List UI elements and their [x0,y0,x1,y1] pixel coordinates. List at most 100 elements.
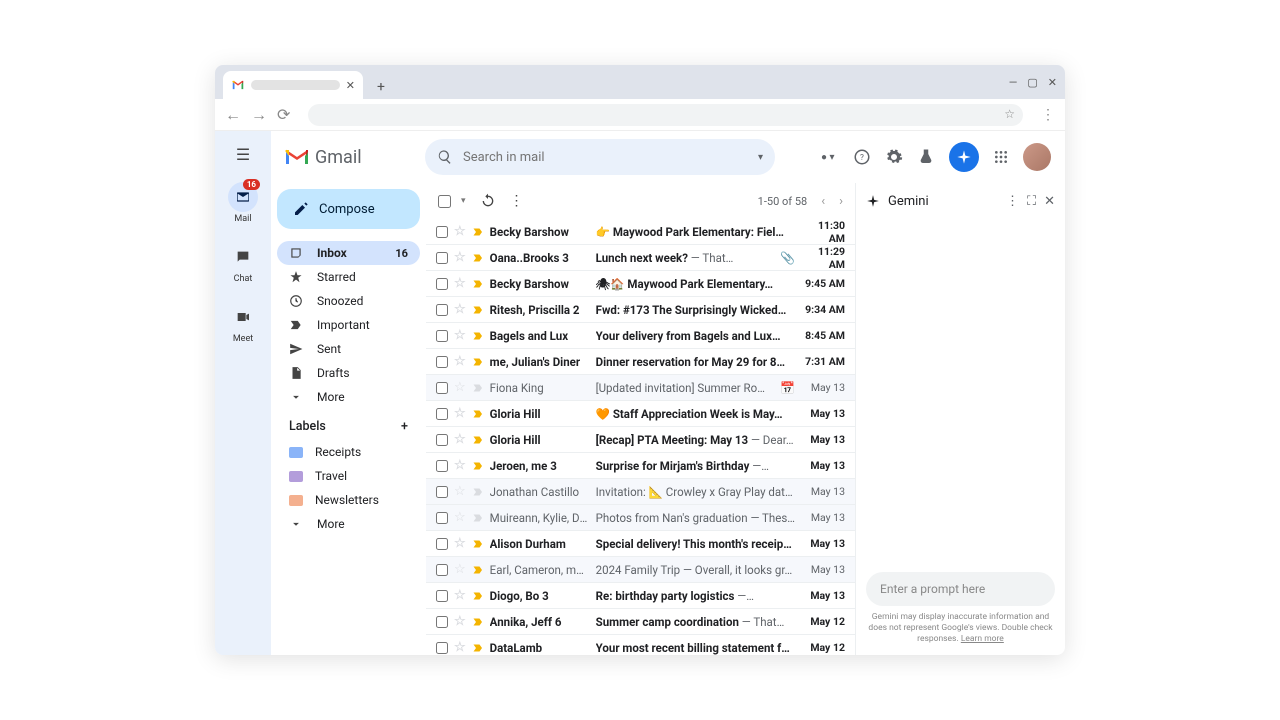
message-checkbox[interactable] [436,382,448,394]
message-checkbox[interactable] [436,564,448,576]
important-icon[interactable] [472,382,484,394]
gemini-learn-more-link[interactable]: Learn more [961,634,1004,644]
bookmark-star-icon[interactable]: ☆ [1004,107,1015,121]
message-row[interactable]: ☆ Diogo, Bo 3 Re: birthday party logisti… [426,583,855,609]
main-menu-icon[interactable]: ☰ [236,145,250,164]
star-icon[interactable]: ☆ [454,562,466,577]
nav-back-icon[interactable]: ← [225,105,241,125]
label-more[interactable]: More [277,512,420,536]
folder-important[interactable]: Important [277,313,420,337]
window-close-icon[interactable]: ✕ [1048,76,1057,89]
nav-forward-icon[interactable]: → [251,105,267,125]
star-icon[interactable]: ☆ [454,380,466,395]
star-icon[interactable]: ☆ [454,484,466,499]
important-icon[interactable] [472,590,484,602]
window-minimize-icon[interactable]: — [1009,76,1018,89]
important-icon[interactable] [472,434,484,446]
important-icon[interactable] [472,512,484,524]
message-checkbox[interactable] [436,616,448,628]
message-checkbox[interactable] [436,330,448,342]
message-row[interactable]: ☆ me, Julian's Diner Dinner reservation … [426,349,855,375]
message-checkbox[interactable] [436,590,448,602]
star-icon[interactable]: ☆ [454,432,466,447]
message-row[interactable]: ☆ Earl, Cameron, me 4 2024 Family Trip —… [426,557,855,583]
message-row[interactable]: ☆ Ritesh, Priscilla 2 Fwd: #173 The Surp… [426,297,855,323]
gemini-menu-icon[interactable]: ⋮ [1006,194,1019,209]
folder-inbox[interactable]: Inbox16 [277,241,420,265]
star-icon[interactable]: ☆ [454,250,466,265]
important-icon[interactable] [472,278,484,290]
rail-chat[interactable]: Chat [228,242,258,284]
refresh-icon[interactable] [480,193,496,209]
star-icon[interactable]: ☆ [454,354,466,369]
next-page-icon[interactable]: › [839,194,843,209]
help-icon[interactable]: ? [853,148,871,166]
folder-more[interactable]: More [277,385,420,409]
gemini-expand-icon[interactable]: ⛶ [1027,194,1036,209]
important-icon[interactable] [472,330,484,342]
message-checkbox[interactable] [436,538,448,550]
folder-sent[interactable]: Sent [277,337,420,361]
message-checkbox[interactable] [436,460,448,472]
message-checkbox[interactable] [436,434,448,446]
message-row[interactable]: ☆ Bagels and Lux Your delivery from Bage… [426,323,855,349]
tab-close-icon[interactable]: ✕ [346,79,355,92]
message-row[interactable]: ☆ Alison Durham Special delivery! This m… [426,531,855,557]
status-indicator[interactable]: ● ▾ [821,148,839,166]
prev-page-icon[interactable]: ‹ [821,194,825,209]
search-bar[interactable]: ▾ [425,139,775,175]
settings-icon[interactable] [885,148,903,166]
gemini-button[interactable] [949,142,979,172]
message-row[interactable]: ☆ Gloria Hill 🧡 Staff Appreciation Week … [426,401,855,427]
message-checkbox[interactable] [436,356,448,368]
message-checkbox[interactable] [436,278,448,290]
new-tab-button[interactable]: + [369,75,393,99]
search-options-icon[interactable]: ▾ [758,152,763,163]
gemini-close-icon[interactable]: ✕ [1044,194,1055,209]
star-icon[interactable]: ☆ [454,224,466,239]
labs-icon[interactable] [917,148,935,166]
window-maximize-icon[interactable]: ▢ [1027,76,1037,89]
gemini-prompt-input[interactable]: Enter a prompt here [866,572,1055,606]
message-row[interactable]: ☆ Becky Barshow 🕷🏠 Maywood Park Elementa… [426,271,855,297]
label-travel[interactable]: Travel [277,464,420,488]
nav-reload-icon[interactable]: ⟳ [277,105,290,125]
message-row[interactable]: ☆ Jonathan Castillo Invitation: 📐 Crowle… [426,479,855,505]
message-row[interactable]: ☆ Muireann, Kylie, David Photos from Nan… [426,505,855,531]
message-checkbox[interactable] [436,226,448,238]
apps-grid-icon[interactable] [993,149,1009,165]
rail-mail[interactable]: 16 Mail [228,182,258,224]
add-label-icon[interactable]: + [401,419,408,434]
star-icon[interactable]: ☆ [454,302,466,317]
message-row[interactable]: ☆ DataLamb Your most recent billing stat… [426,635,855,655]
star-icon[interactable]: ☆ [454,328,466,343]
omnibox[interactable]: ☆ [308,104,1023,126]
more-icon[interactable]: ⋮ [510,193,524,209]
message-checkbox[interactable] [436,408,448,420]
star-icon[interactable]: ☆ [454,614,466,629]
message-row[interactable]: ☆ Jeroen, me 3 Surprise for Mirjam's Bir… [426,453,855,479]
message-row[interactable]: ☆ Becky Barshow 👉 Maywood Park Elementar… [426,219,855,245]
important-icon[interactable] [472,460,484,472]
star-icon[interactable]: ☆ [454,588,466,603]
message-checkbox[interactable] [436,642,448,654]
message-row[interactable]: ☆ Fiona King [Updated invitation] Summer… [426,375,855,401]
search-input[interactable] [463,150,748,165]
account-avatar[interactable] [1023,143,1051,171]
star-icon[interactable]: ☆ [454,640,466,655]
select-dropdown-icon[interactable]: ▾ [461,196,466,206]
label-newsletters[interactable]: Newsletters [277,488,420,512]
message-checkbox[interactable] [436,512,448,524]
important-icon[interactable] [472,642,484,654]
folder-drafts[interactable]: Drafts [277,361,420,385]
browser-menu-icon[interactable]: ⋮ [1041,107,1055,123]
message-checkbox[interactable] [436,304,448,316]
label-receipts[interactable]: Receipts [277,440,420,464]
important-icon[interactable] [472,538,484,550]
compose-button[interactable]: Compose [277,189,420,229]
important-icon[interactable] [472,564,484,576]
important-icon[interactable] [472,226,484,238]
important-icon[interactable] [472,486,484,498]
star-icon[interactable]: ☆ [454,276,466,291]
gmail-logo[interactable]: Gmail [285,147,415,168]
